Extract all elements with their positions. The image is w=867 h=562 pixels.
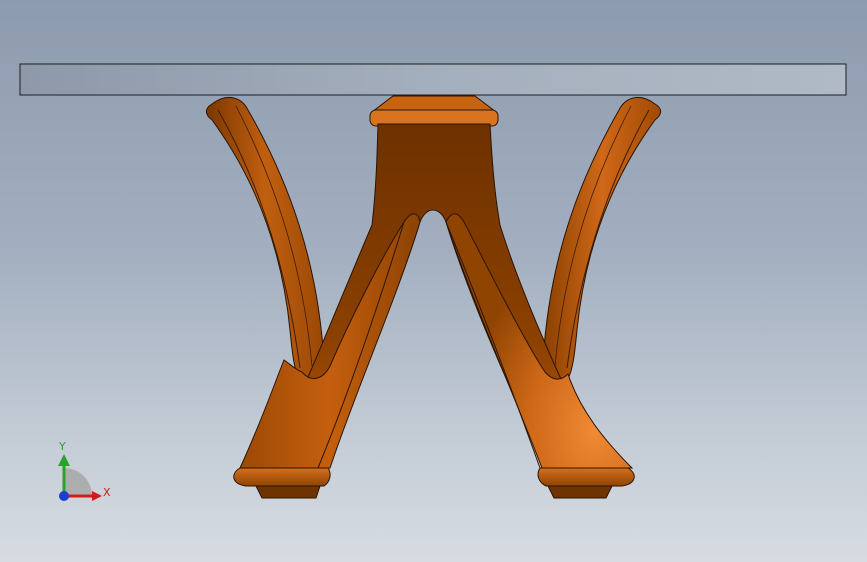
x-axis-arrow-icon [92,491,102,501]
y-axis-arrow-icon [58,454,70,466]
left-arm[interactable] [205,96,325,382]
right-arm[interactable] [542,96,662,382]
model-view[interactable] [0,0,867,562]
graphics-viewport[interactable]: Y X [0,0,867,562]
x-axis-label: X [103,486,111,499]
tabletop-panel[interactable] [19,63,847,96]
y-axis-label: Y [59,440,66,453]
right-foot[interactable] [537,467,635,499]
left-foot[interactable] [233,467,331,499]
triad-plane-indicator [64,468,92,496]
z-axis-dot-icon [59,491,69,501]
reference-triad[interactable]: Y X [48,440,118,510]
